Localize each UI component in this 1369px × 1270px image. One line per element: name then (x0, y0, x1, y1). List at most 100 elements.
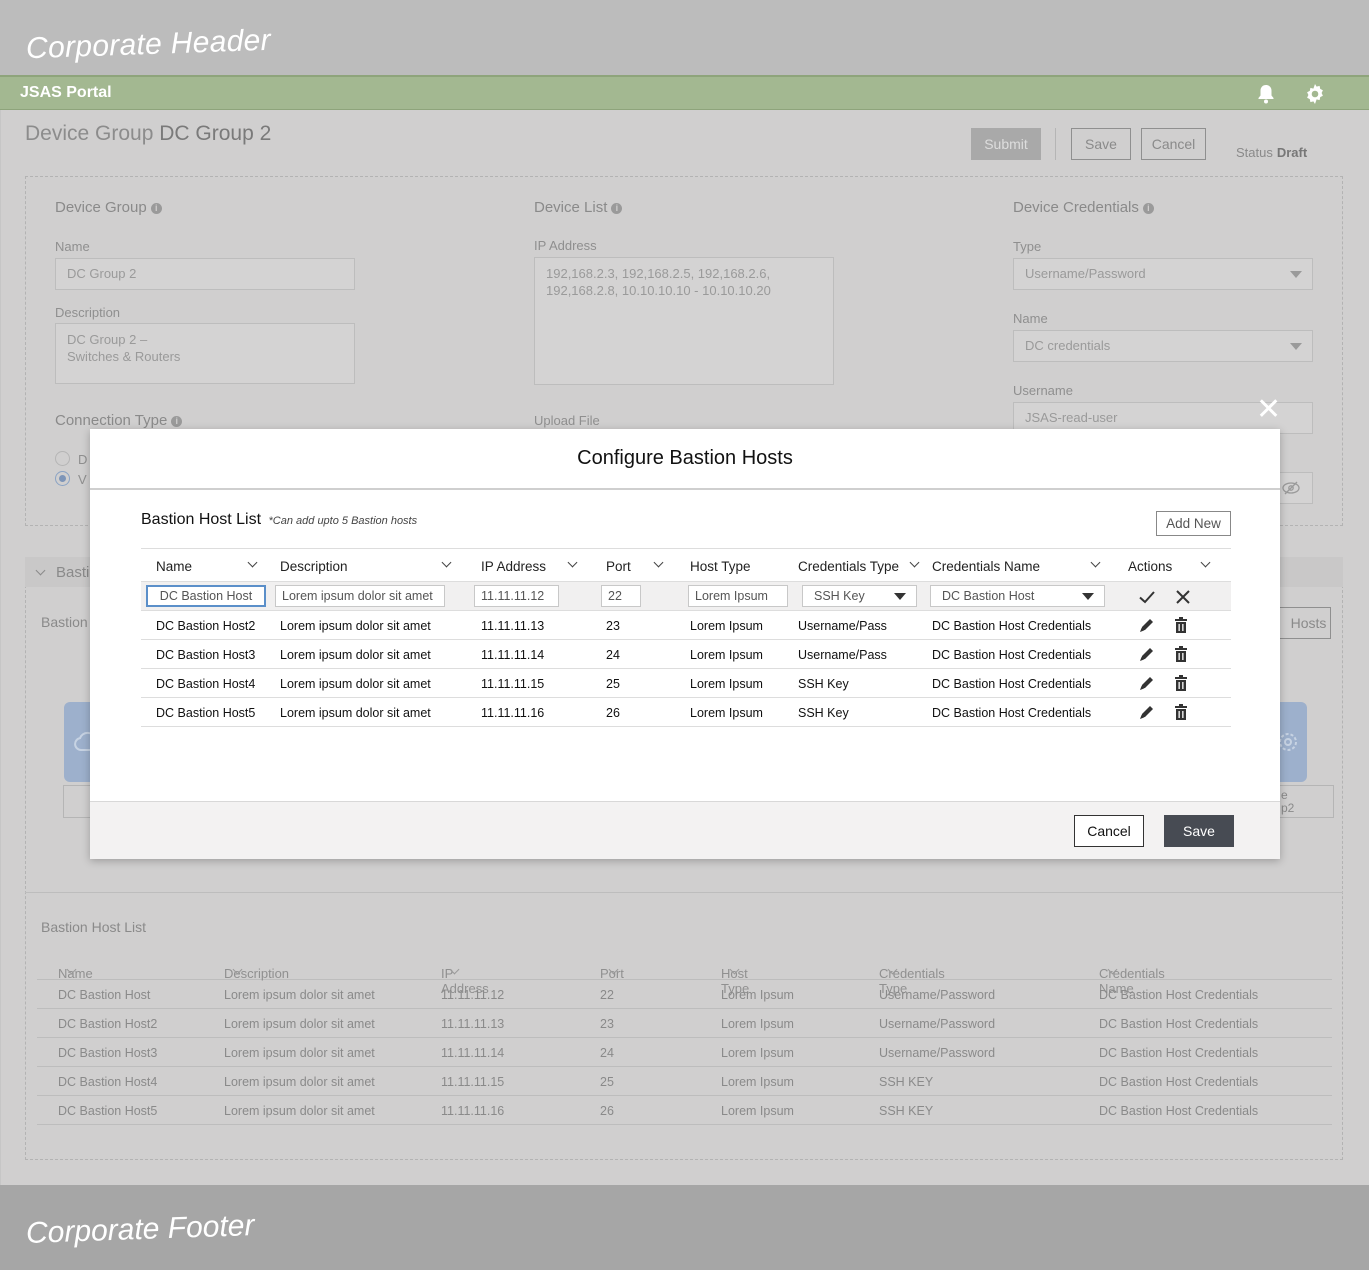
bg-table-cell: Lorem ipsum dolor sit amet (224, 988, 375, 1002)
credential-type-value: Username/Password (1025, 266, 1146, 281)
credential-name-value: DC credentials (1025, 338, 1111, 353)
modal-table-cell: 25 (606, 677, 620, 691)
modal-list-title-text: Bastion Host List (141, 511, 262, 528)
bg-table-cell: 11.11.11.14 (441, 1046, 505, 1060)
modal-table-cell: SSH Key (798, 677, 849, 691)
modal-table-header: Name Description IP Address Port Host Type Cr… (141, 548, 1231, 582)
chevron-down-icon[interactable] (653, 557, 664, 568)
modal-footer: Cancel Save (90, 801, 1280, 859)
modal-table-cell: SSH Key (798, 706, 849, 720)
connection-type-heading: Connection Type i (55, 412, 183, 429)
chevron-down-icon[interactable] (567, 557, 578, 568)
bastion-accordion-title: Basti (56, 564, 90, 581)
modal-table-row: DC Bastion Host2 Lorem ipsum dolor sit am… (141, 611, 1231, 640)
modal-list-note: *Can add upto 5 Bastion hosts (268, 515, 418, 527)
edit-pencil-icon[interactable] (1138, 674, 1156, 692)
edit-description-input[interactable]: Lorem ipsum dolor sit amet (275, 585, 445, 607)
bg-table-header: Name Description IP Address Port Host Type Cr… (37, 950, 1332, 996)
edit-cred-type-select[interactable]: SSH Key (802, 585, 917, 607)
chevron-down-icon[interactable] (909, 557, 920, 568)
close-icon[interactable] (1174, 588, 1192, 606)
ip-address-field[interactable]: 192,168.2.3, 192,168.2.5, 192,168.2.6, 1… (534, 257, 834, 385)
edit-host-type-input[interactable]: Lorem Ipsum (688, 585, 788, 607)
modal-table-cell: Lorem Ipsum (690, 648, 763, 662)
modal-table-cell: 11.11.11.13 (481, 619, 545, 633)
bg-table-cell: DC Bastion Host5 (58, 1104, 158, 1118)
chevron-down-icon[interactable] (1200, 557, 1211, 568)
ip-address-label: IP Address (534, 238, 597, 253)
modal-edit-row: DC Bastion Host Lorem ipsum dolor sit ame… (141, 582, 1231, 611)
edit-cred-name-select[interactable]: DC Bastion Host (930, 585, 1105, 607)
modal-table-cell: Lorem ipsum dolor sit amet (280, 619, 431, 633)
modal-table-cell: 11.11.11.15 (481, 677, 545, 691)
modal-save-button[interactable]: Save (1164, 815, 1234, 847)
modal-table-cell: Lorem Ipsum (690, 677, 763, 691)
trash-icon[interactable] (1172, 616, 1190, 634)
chevron-down-icon (1290, 271, 1302, 278)
card-label-line-2: p2 (1281, 801, 1295, 815)
group-description-field[interactable]: DC Group 2 – Switches & Routers (55, 323, 355, 384)
divider (90, 488, 1280, 490)
chevron-down-icon[interactable] (247, 557, 258, 568)
radio-direct[interactable] (55, 451, 70, 466)
chevron-down-icon (1082, 593, 1094, 600)
bg-table-cell: 22 (600, 988, 614, 1002)
trash-icon[interactable] (1172, 645, 1190, 663)
modal-title: Configure Bastion Hosts (577, 447, 793, 469)
chevron-down-icon (1290, 343, 1302, 350)
gear-icon[interactable] (1303, 82, 1327, 106)
cancel-button[interactable]: Cancel (1141, 128, 1206, 160)
bg-bastion-table: Name Description IP Address Port Host Type Cr… (37, 950, 1332, 1125)
bg-table-cell: DC Bastion Host Credentials (1099, 1104, 1259, 1118)
modal-cancel-button[interactable]: Cancel (1074, 815, 1144, 847)
status-value: Draft (1276, 145, 1308, 160)
edit-name-input[interactable]: DC Bastion Host (146, 585, 266, 607)
check-icon[interactable] (1138, 588, 1156, 606)
bg-table-cell: SSH KEY (879, 1104, 934, 1118)
edit-pencil-icon[interactable] (1138, 645, 1156, 663)
corporate-footer: Corporate Footer (0, 1185, 1369, 1270)
chevron-down-icon[interactable] (1090, 557, 1101, 568)
save-button[interactable]: Save (1071, 128, 1131, 160)
modal-column-header: Actions (1128, 559, 1173, 574)
app-topbar: JSAS Portal (0, 75, 1369, 110)
bg-table-cell: DC Bastion Host Credentials (1099, 1017, 1259, 1031)
page-title-prefix: Device Group (25, 122, 154, 145)
modal-bastion-table: Name Description IP Address Port Host Type Cr… (141, 548, 1231, 727)
add-new-button[interactable]: Add New (1156, 511, 1231, 536)
credential-type-select[interactable]: Username/Password (1013, 258, 1313, 290)
bg-table-cell: 11.11.11.15 (441, 1075, 505, 1089)
credential-name-select[interactable]: DC credentials (1013, 330, 1313, 362)
modal-close-icon[interactable]: ✕ (1256, 395, 1281, 425)
info-icon[interactable]: i (171, 416, 183, 427)
edit-ip-input[interactable]: 11.11.11.12 (474, 585, 559, 607)
radio-via-bastion[interactable] (55, 471, 70, 486)
bg-table-cell: Lorem Ipsum (721, 1075, 794, 1089)
info-icon[interactable]: i (150, 203, 162, 214)
info-icon[interactable]: i (1142, 203, 1154, 214)
modal-table-cell: Lorem ipsum dolor sit amet (280, 677, 431, 691)
edit-cred-type-value: SSH Key (814, 589, 865, 603)
info-icon[interactable]: i (611, 203, 623, 214)
edit-cred-name-value: DC Bastion Host (942, 589, 1035, 603)
edit-pencil-icon[interactable] (1138, 616, 1156, 634)
eye-off-icon[interactable] (1282, 481, 1300, 495)
chevron-down-icon[interactable] (441, 557, 452, 568)
app-brand[interactable]: JSAS Portal (20, 84, 112, 102)
bg-table-cell: Lorem ipsum dolor sit amet (224, 1075, 375, 1089)
bg-table-row: DC Bastion Host Lorem ipsum dolor sit ame… (37, 980, 1332, 1009)
group-name-field[interactable]: DC Group 2 (55, 258, 355, 290)
modal-table-cell: Lorem Ipsum (690, 619, 763, 633)
edit-pencil-icon[interactable] (1138, 703, 1156, 721)
modal-table-cell: DC Bastion Host Credentials (932, 648, 1092, 662)
bg-table-cell: Lorem Ipsum (721, 988, 794, 1002)
bell-icon[interactable] (1254, 82, 1278, 106)
edit-port-input[interactable]: 22 (601, 585, 641, 607)
page-title-name: DC Group 2 (159, 122, 272, 145)
trash-icon[interactable] (1172, 703, 1190, 721)
divider (1055, 128, 1056, 160)
trash-icon[interactable] (1172, 674, 1190, 692)
submit-button[interactable]: Submit (971, 128, 1041, 160)
corporate-footer-text: Corporate Footer (25, 1209, 255, 1250)
device-group-heading-text: Device Group (55, 199, 147, 216)
